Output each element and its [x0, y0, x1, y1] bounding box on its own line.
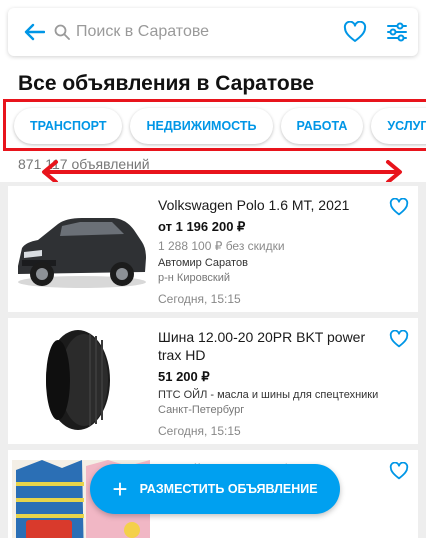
category-chip-transport[interactable]: ТРАНСПОРТ	[14, 108, 123, 144]
favorite-button[interactable]	[386, 326, 412, 352]
filter-sliders-icon	[387, 22, 407, 42]
listing-price: 51 200 ₽	[158, 369, 210, 384]
post-ad-button[interactable]: + РАЗМЕСТИТЬ ОБЪЯВЛЕНИЕ	[90, 464, 340, 514]
page-title: Все объявления в Саратове	[18, 72, 314, 95]
post-ad-label: РАЗМЕСТИТЬ ОБЪЯВЛЕНИЕ	[139, 482, 318, 496]
search-bar	[8, 8, 418, 56]
listing-title: Шина 12.00-20 20PR BKT power trax HD	[158, 329, 366, 363]
heart-icon	[389, 330, 409, 348]
category-chip-realty[interactable]: НЕДВИЖИМОСТЬ	[130, 108, 273, 144]
category-chip-jobs[interactable]: РАБОТА	[280, 108, 364, 144]
filters-button[interactable]	[376, 8, 418, 56]
favorite-button[interactable]	[386, 458, 412, 484]
listing-location: р-н Кировский	[158, 272, 231, 284]
listing-old-price: 1 288 100 ₽ без скидки	[158, 239, 285, 253]
listing-card[interactable]: Шина 12.00-20 20PR BKT power trax HD 51 …	[8, 318, 418, 444]
back-button[interactable]	[14, 8, 54, 56]
heart-icon	[343, 21, 367, 42]
back-arrow-icon	[24, 23, 45, 41]
heart-icon	[389, 198, 409, 216]
listing-location: Санкт-Петербург	[158, 404, 245, 416]
listing-date: Сегодня, 15:15	[158, 292, 241, 306]
tire-photo	[12, 328, 150, 432]
listing-seller: ПТС ОЙЛ - масла и шины для спецтехники	[158, 389, 379, 401]
listing-card[interactable]: Volkswagen Polo 1.6 MT, 2021 от 1 196 20…	[8, 186, 418, 312]
car-photo	[12, 196, 150, 300]
favorites-button[interactable]	[334, 8, 376, 56]
listing-seller: Автомир Саратов	[158, 257, 248, 269]
listing-date: Сегодня, 15:15	[158, 424, 241, 438]
search-icon	[54, 24, 76, 40]
listing-price: от 1 196 200 ₽	[158, 219, 246, 234]
search-input[interactable]	[76, 23, 276, 41]
category-chip-services[interactable]: УСЛУГИ	[371, 108, 426, 144]
listing-title: Volkswagen Polo 1.6 MT, 2021	[158, 197, 350, 213]
double-arrow-annotation-icon	[42, 160, 402, 184]
category-chips: ТРАНСПОРТ НЕДВИЖИМОСТЬ РАБОТА УСЛУГИ	[8, 104, 426, 148]
favorite-button[interactable]	[386, 194, 412, 220]
search-field[interactable]	[54, 8, 334, 56]
heart-icon	[389, 462, 409, 480]
plus-icon: +	[112, 474, 128, 504]
